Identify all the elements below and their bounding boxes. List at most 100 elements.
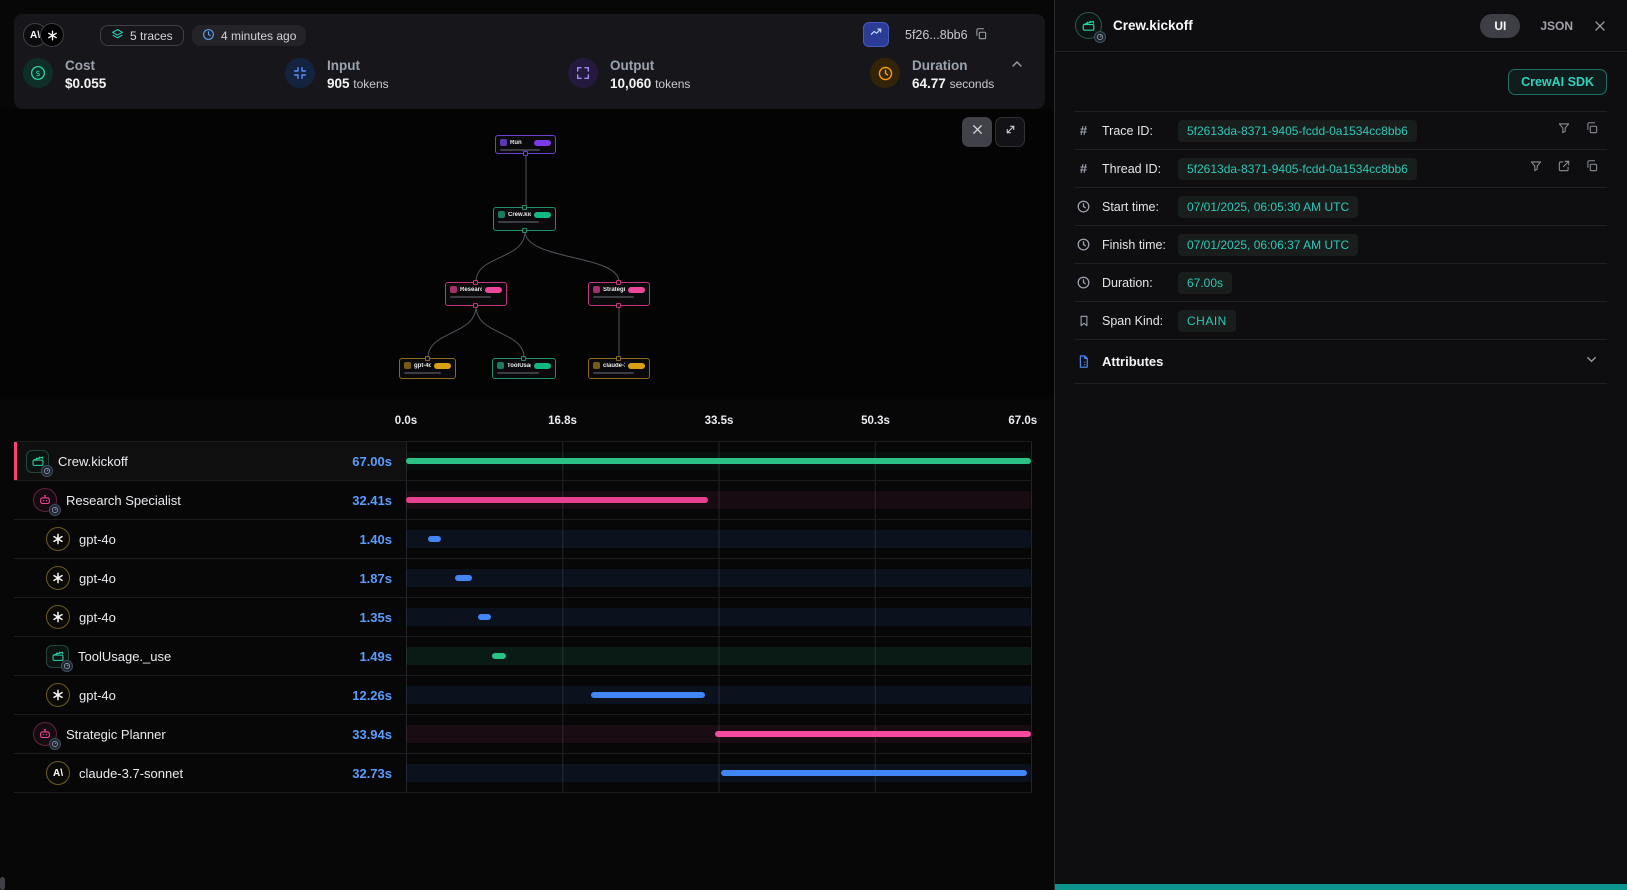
panel-bottom-scrollbar[interactable] — [1055, 884, 1627, 890]
span-bar — [715, 731, 1032, 737]
field-trace-id: # Trace ID: 5f2613da-8371-9405-fcdd-0a15… — [1075, 112, 1607, 150]
span-duration: 1.49s — [359, 649, 406, 664]
connector-dot — [473, 303, 478, 308]
connector-dot — [473, 280, 478, 285]
tab-json[interactable]: JSON — [1540, 19, 1573, 33]
graph-expand-button[interactable] — [995, 117, 1025, 147]
graph-close-button[interactable] — [962, 117, 992, 147]
stat-unit: tokens — [353, 77, 388, 91]
sdk-badge: CrewAI SDK — [1508, 69, 1607, 95]
stat-unit: seconds — [950, 77, 995, 91]
attributes-section-header[interactable]: Attributes — [1075, 340, 1607, 384]
clock-icon — [870, 58, 900, 88]
traces-count-badge: 5 traces — [100, 25, 184, 46]
anthropic-logo-icon: A\ — [46, 761, 70, 785]
external-link-icon[interactable] — [1557, 159, 1571, 178]
waterfall-rows: Crew.kickoff 67.00s Research Specialist … — [14, 441, 1032, 793]
run-icon — [500, 139, 507, 146]
filter-icon[interactable] — [1557, 121, 1571, 140]
span-duration: 67.00s — [352, 454, 406, 469]
graph-node-strategic-planner[interactable]: Strategic Planner — [588, 282, 650, 306]
span-duration: 12.26s — [352, 688, 406, 703]
span-name: Strategic Planner — [66, 727, 166, 742]
connector-dot — [616, 356, 621, 361]
copy-icon[interactable] — [1585, 121, 1599, 140]
stat-label: Input — [327, 58, 389, 73]
timeline-cell — [406, 598, 1032, 636]
node-label: Crew.kickoff — [508, 212, 531, 218]
node-subtext — [498, 221, 539, 223]
copy-trace-id-icon[interactable] — [974, 27, 988, 46]
waterfall-row-gpt-4o[interactable]: gpt-4o 1.87s — [14, 559, 1032, 598]
span-name: gpt-4o — [79, 610, 116, 625]
trace-overview-pane: A\ 5 traces 4 minutes ago — [0, 0, 1054, 890]
span-name: claude-3.7-sonnet — [79, 766, 183, 781]
node-badge — [434, 363, 451, 369]
node-subtext — [593, 372, 634, 374]
agent-robot-icon — [33, 722, 57, 746]
copy-icon[interactable] — [1585, 159, 1599, 178]
span-name: gpt-4o — [79, 532, 116, 547]
dollar-coin-icon: $ — [23, 58, 53, 88]
waterfall-row-toolusage[interactable]: ToolUsage._use 1.49s — [14, 637, 1032, 676]
stat-unit: tokens — [655, 77, 690, 91]
graph-node-run[interactable]: Run — [495, 135, 556, 154]
node-badge — [534, 140, 551, 146]
left-scrollbar-thumb[interactable] — [0, 877, 5, 890]
openai-logo-icon — [46, 527, 70, 551]
span-duration: 1.40s — [359, 532, 406, 547]
sdk-row: CrewAI SDK — [1075, 52, 1607, 112]
collapse-stats-chevron[interactable] — [1009, 56, 1025, 77]
trending-up-icon — [869, 25, 883, 44]
timeline-track — [406, 686, 1031, 704]
node-subtext — [450, 296, 491, 298]
close-icon — [971, 123, 984, 141]
waterfall-row-claude[interactable]: A\ claude-3.7-sonnet 32.73s — [14, 754, 1032, 793]
span-bar — [492, 653, 506, 659]
waterfall-row-gpt-4o[interactable]: gpt-4o 12.26s — [14, 676, 1032, 715]
graph-node-gpt-4o[interactable]: gpt-4o — [399, 358, 456, 379]
node-badge — [534, 363, 551, 369]
node-label: claude-3.7-sonnet — [603, 363, 625, 369]
field-value: CHAIN — [1178, 310, 1236, 332]
timeline-cell — [406, 559, 1032, 597]
span-bar — [406, 497, 708, 503]
waterfall-row-gpt-4o[interactable]: gpt-4o 1.40s — [14, 520, 1032, 559]
clock-icon — [202, 28, 215, 44]
time-axis: 0.0s 16.8s 33.5s 50.3s 67.0s — [14, 399, 1032, 441]
openai-logo-icon — [46, 683, 70, 707]
waterfall-row-research-specialist[interactable]: Research Specialist 32.41s — [14, 481, 1032, 520]
close-panel-icon[interactable] — [1593, 19, 1607, 33]
crew-icon — [26, 450, 49, 473]
node-label: Strategic Planner — [603, 287, 625, 293]
node-badge — [534, 212, 551, 218]
graph-node-crew-kickoff[interactable]: Crew.kickoff — [493, 207, 556, 231]
connector-dot — [523, 151, 528, 156]
field-span-kind: Span Kind: CHAIN — [1075, 302, 1607, 340]
trace-age-badge: 4 minutes ago — [192, 25, 306, 46]
node-badge — [485, 287, 502, 293]
trace-chart-button[interactable] — [863, 22, 889, 47]
span-name: Crew.kickoff — [58, 454, 128, 469]
waterfall-row-crew-kickoff[interactable]: Crew.kickoff 67.00s — [14, 442, 1032, 481]
stat-label: Duration — [912, 58, 994, 73]
graph-node-research-specialist[interactable]: Research Speciali... — [445, 282, 507, 306]
timeline-cell — [406, 481, 1032, 519]
field-label: Finish time: — [1102, 238, 1178, 252]
connector-dot — [616, 280, 621, 285]
timeline-cell — [406, 637, 1032, 675]
graph-node-claude[interactable]: claude-3.7-sonnet — [588, 358, 650, 379]
agent-icon — [593, 286, 600, 293]
tab-ui[interactable]: UI — [1480, 14, 1520, 38]
timeline-track — [406, 569, 1031, 587]
bookmark-icon — [1075, 314, 1092, 328]
span-fields: # Trace ID: 5f2613da-8371-9405-fcdd-0a15… — [1075, 112, 1607, 340]
waterfall-row-gpt-4o[interactable]: gpt-4o 1.35s — [14, 598, 1032, 637]
waterfall-row-strategic-planner[interactable]: Strategic Planner 33.94s — [14, 715, 1032, 754]
stat-label: Cost — [65, 58, 106, 73]
filter-icon[interactable] — [1529, 159, 1543, 178]
graph-node-toolusage[interactable]: ToolUsage._use — [492, 358, 556, 379]
chevron-down-icon[interactable] — [1584, 352, 1599, 372]
hash-icon: # — [1075, 123, 1092, 138]
trace-summary-card: A\ 5 traces 4 minutes ago — [14, 14, 1045, 109]
